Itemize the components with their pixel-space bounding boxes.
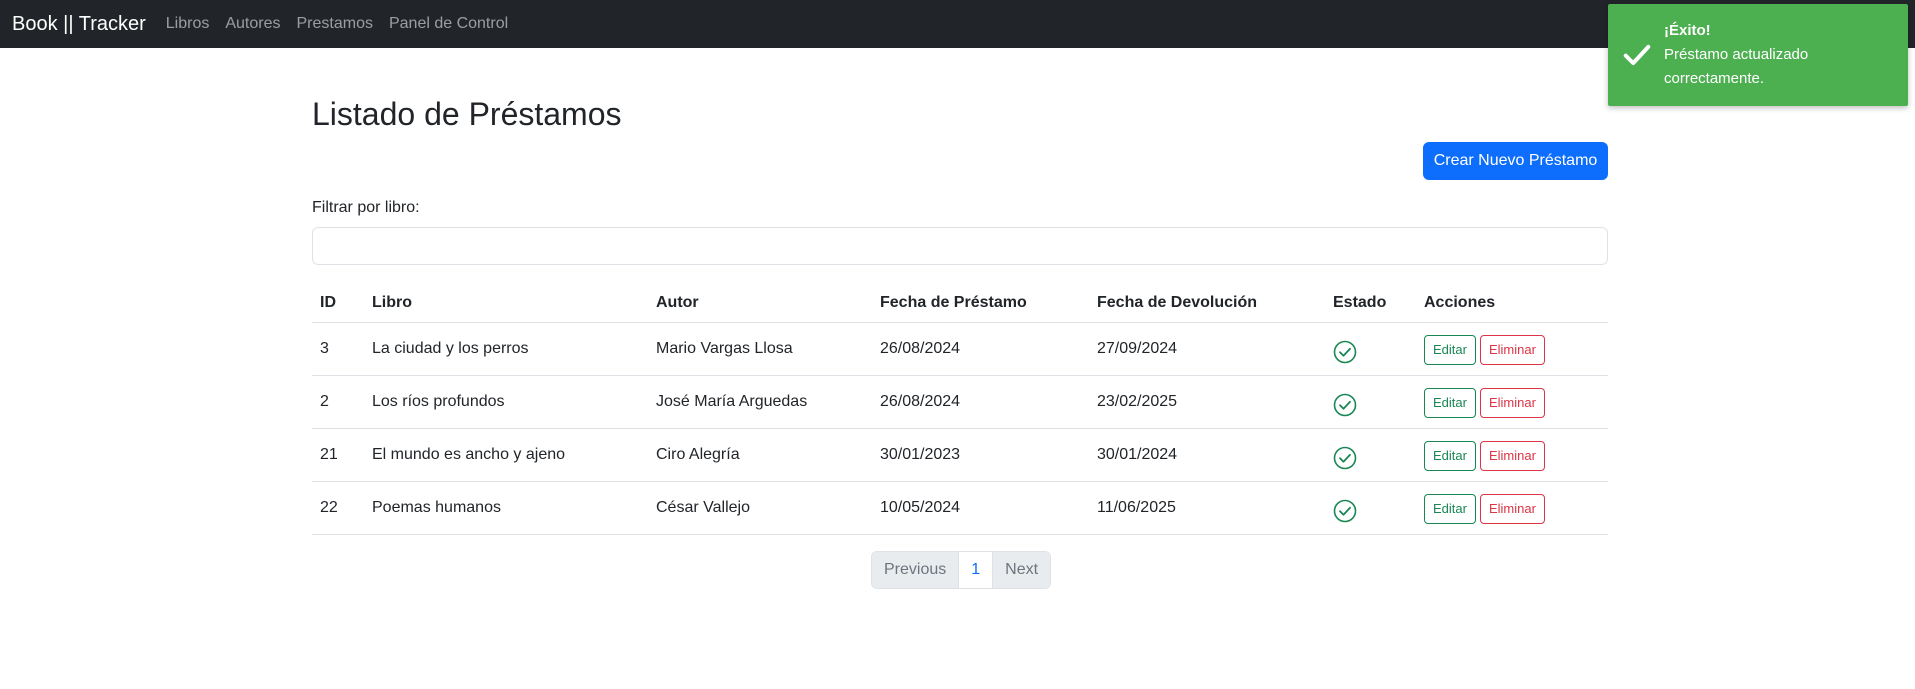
header-acciones: Acciones <box>1416 284 1608 323</box>
header-estado: Estado <box>1325 284 1416 323</box>
cell-estado <box>1325 428 1416 482</box>
table-body: 3 La ciudad y los perros Mario Vargas Ll… <box>312 322 1608 535</box>
cell-fecha-devolucion: 30/01/2024 <box>1089 428 1325 482</box>
cell-acciones: Editar Eliminar <box>1416 481 1608 535</box>
pagination: Previous 1 Next <box>871 551 1052 589</box>
edit-button[interactable]: Editar <box>1424 334 1476 365</box>
check-circle-icon <box>1333 499 1357 522</box>
cell-acciones: Editar Eliminar <box>1416 375 1608 429</box>
cell-fecha-prestamo: 26/08/2024 <box>872 375 1089 429</box>
cell-autor: José María Arguedas <box>648 375 872 429</box>
table-header-row: ID Libro Autor Fecha de Préstamo Fecha d… <box>312 284 1608 323</box>
create-loan-button[interactable]: Crear Nuevo Préstamo <box>1423 142 1608 180</box>
cell-fecha-devolucion: 23/02/2025 <box>1089 375 1325 429</box>
delete-button[interactable]: Eliminar <box>1479 334 1545 365</box>
cell-estado <box>1325 481 1416 535</box>
cell-estado <box>1325 375 1416 429</box>
cell-acciones: Editar Eliminar <box>1416 428 1608 482</box>
cell-id: 21 <box>312 428 364 482</box>
table-row: 2 Los ríos profundos José María Arguedas… <box>312 375 1608 429</box>
toast-message: Préstamo actualizado correctamente. <box>1664 46 1809 87</box>
pagination-previous[interactable]: Previous <box>872 552 959 588</box>
cell-estado <box>1325 322 1416 376</box>
pagination-page-1[interactable]: 1 <box>958 552 994 588</box>
header-libro: Libro <box>364 284 648 323</box>
cell-fecha-prestamo: 30/01/2023 <box>872 428 1089 482</box>
cell-fecha-devolucion: 27/09/2024 <box>1089 322 1325 376</box>
cell-fecha-devolucion: 11/06/2025 <box>1089 481 1325 535</box>
check-circle-icon <box>1333 340 1357 363</box>
check-circle-icon <box>1333 393 1357 416</box>
cell-id: 3 <box>312 322 364 376</box>
cell-libro: El mundo es ancho y ajeno <box>364 428 648 482</box>
cell-autor: Ciro Alegría <box>648 428 872 482</box>
page-title: Listado de Préstamos <box>312 96 622 132</box>
cell-autor: Mario Vargas Llosa <box>648 322 872 376</box>
table-row: 22 Poemas humanos César Vallejo 10/05/20… <box>312 481 1608 535</box>
cell-id: 2 <box>312 375 364 429</box>
cell-fecha-prestamo: 10/05/2024 <box>872 481 1089 535</box>
cell-libro: La ciudad y los perros <box>364 322 648 376</box>
filter-label: Filtrar por libro: <box>312 199 420 216</box>
cell-fecha-prestamo: 26/08/2024 <box>872 322 1089 376</box>
cell-autor: César Vallejo <box>648 481 872 535</box>
filter-input[interactable] <box>312 227 1608 265</box>
table-row: 21 El mundo es ancho y ajeno Ciro Alegrí… <box>312 428 1608 482</box>
header-fecha-devolucion: Fecha de Devolución <box>1089 284 1325 323</box>
toast-body: ¡Éxito! Préstamo actualizado correctamen… <box>1664 19 1864 91</box>
header-fecha-prestamo: Fecha de Préstamo <box>872 284 1089 323</box>
edit-button[interactable]: Editar <box>1424 387 1476 418</box>
cell-id: 22 <box>312 481 364 535</box>
brand-link[interactable]: Book || Tracker <box>12 13 146 36</box>
edit-button[interactable]: Editar <box>1424 440 1476 471</box>
loans-table: ID Libro Autor Fecha de Préstamo Fecha d… <box>312 284 1608 535</box>
nav-link-autores[interactable]: Autores <box>217 15 288 33</box>
cell-libro: Poemas humanos <box>364 481 648 535</box>
pagination-next[interactable]: Next <box>993 552 1051 588</box>
delete-button[interactable]: Eliminar <box>1479 387 1545 418</box>
table-row: 3 La ciudad y los perros Mario Vargas Ll… <box>312 322 1608 376</box>
header-autor: Autor <box>648 284 872 323</box>
check-icon <box>1623 44 1651 66</box>
nav-link-libros[interactable]: Libros <box>158 15 218 33</box>
check-circle-icon <box>1333 446 1357 469</box>
nav-link-panel-de-control[interactable]: Panel de Control <box>381 15 516 33</box>
cell-acciones: Editar Eliminar <box>1416 322 1608 376</box>
cell-libro: Los ríos profundos <box>364 375 648 429</box>
toast-title: ¡Éxito! <box>1664 22 1711 39</box>
header-id: ID <box>312 284 364 323</box>
delete-button[interactable]: Eliminar <box>1479 493 1545 524</box>
delete-button[interactable]: Eliminar <box>1479 440 1545 471</box>
edit-button[interactable]: Editar <box>1424 493 1476 524</box>
success-toast[interactable]: ¡Éxito! Préstamo actualizado correctamen… <box>1608 4 1908 106</box>
nav-link-prestamos[interactable]: Prestamos <box>289 15 381 33</box>
